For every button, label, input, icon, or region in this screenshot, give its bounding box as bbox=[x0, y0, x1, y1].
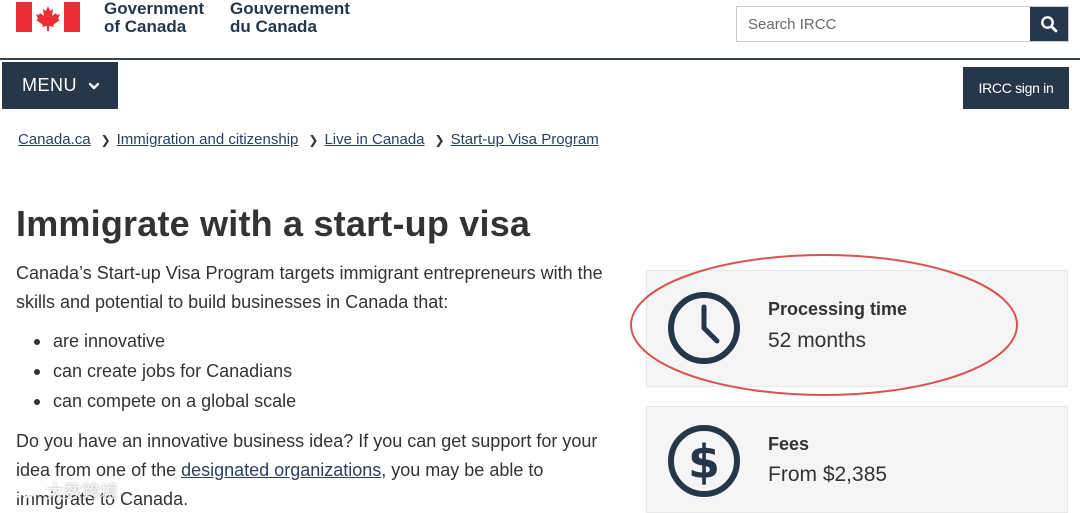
ircc-sign-in-button[interactable]: IRCC sign in bbox=[963, 67, 1069, 109]
intro-paragraph: Canada’s Start-up Visa Program targets i… bbox=[16, 263, 603, 312]
fees-value: From $2,385 bbox=[768, 463, 888, 486]
menu-button[interactable]: MENU bbox=[2, 62, 118, 109]
dollar-icon: $ bbox=[668, 425, 740, 497]
signature-fr-line1: Gouvernement bbox=[230, 0, 350, 18]
breadcrumb: Canada.ca ❯ Immigration and citizenship … bbox=[18, 131, 599, 148]
watermark: 大数跨境 bbox=[8, 478, 118, 504]
government-signature-en[interactable]: Government of Canada bbox=[104, 0, 204, 36]
breadcrumb-link-immigration-citizenship[interactable]: Immigration and citizenship bbox=[117, 131, 299, 148]
search-input[interactable] bbox=[737, 7, 1030, 41]
list-item: can compete on a global scale bbox=[32, 386, 296, 416]
processing-time-label: Processing time bbox=[768, 299, 908, 319]
search-icon bbox=[1041, 16, 1058, 33]
eligibility-list: are innovative can create jobs for Canad… bbox=[32, 326, 296, 416]
clock-icon bbox=[668, 292, 740, 364]
watermark-logo-icon bbox=[9, 484, 40, 498]
sign-in-label: IRCC sign in bbox=[978, 80, 1054, 96]
list-item: are innovative bbox=[32, 326, 296, 356]
search-bar bbox=[736, 6, 1069, 42]
search-button[interactable] bbox=[1030, 7, 1068, 41]
menu-label: MENU bbox=[22, 75, 77, 95]
breadcrumb-chevron-icon: ❯ bbox=[308, 132, 319, 147]
fees-card: $ Fees From $2,385 bbox=[646, 406, 1068, 513]
list-item: can create jobs for Canadians bbox=[32, 356, 296, 386]
breadcrumb-chevron-icon: ❯ bbox=[434, 132, 445, 147]
signature-fr-line2: du Canada bbox=[230, 17, 317, 36]
breadcrumb-link-canada-ca[interactable]: Canada.ca bbox=[18, 131, 91, 148]
watermark-text: 大数跨境 bbox=[46, 482, 118, 502]
chevron-down-icon bbox=[88, 82, 100, 89]
signature-en-line1: Government bbox=[104, 0, 205, 18]
processing-time-card: Processing time 52 months bbox=[646, 270, 1068, 387]
signature-en-line2: of Canada bbox=[104, 17, 187, 36]
header-divider bbox=[0, 58, 1080, 60]
page-title: Immigrate with a start-up visa bbox=[16, 203, 531, 244]
processing-time-value: 52 months bbox=[768, 329, 867, 352]
designated-organizations-link[interactable]: designated organizations bbox=[181, 460, 381, 480]
breadcrumb-link-live-in-canada[interactable]: Live in Canada bbox=[324, 131, 424, 148]
fees-label: Fees bbox=[768, 434, 810, 454]
breadcrumb-chevron-icon: ❯ bbox=[100, 132, 111, 147]
government-signature-fr[interactable]: Gouvernement du Canada bbox=[230, 0, 350, 36]
svg-text:$: $ bbox=[688, 435, 720, 489]
breadcrumb-link-start-up-visa[interactable]: Start-up Visa Program bbox=[451, 131, 599, 148]
canada-flag-logo[interactable] bbox=[16, 2, 80, 32]
